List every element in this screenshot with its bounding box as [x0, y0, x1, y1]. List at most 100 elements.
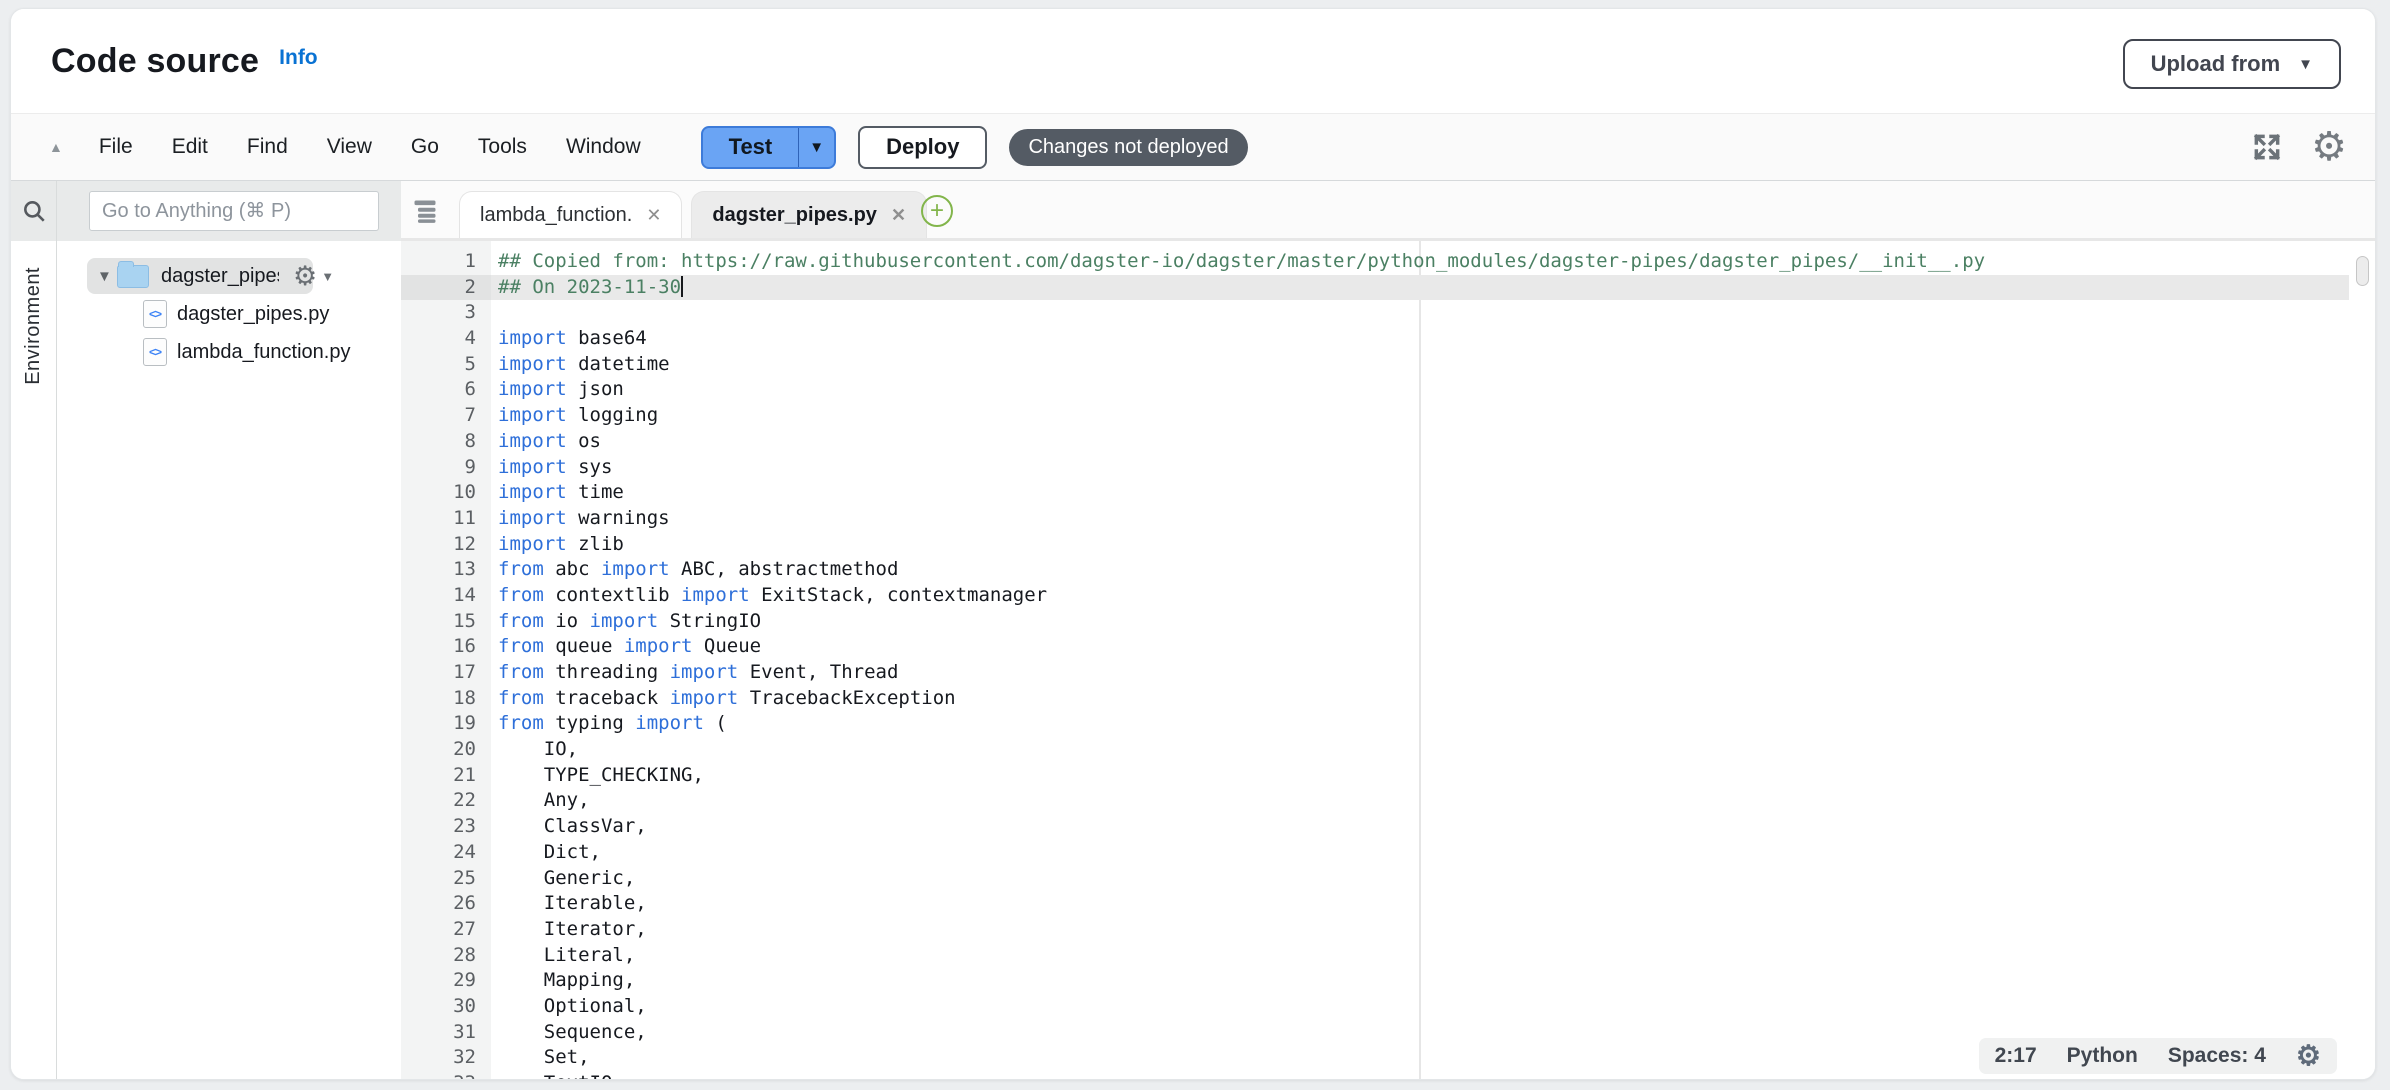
gutter-line-number[interactable]: 32	[401, 1045, 491, 1071]
code-text[interactable]: from contextlib import ExitStack, contex…	[491, 583, 1047, 609]
gutter-line-number[interactable]: 15	[401, 609, 491, 635]
gutter-line-number[interactable]: 22	[401, 788, 491, 814]
settings-gear-icon[interactable]: ⚙	[2311, 127, 2347, 167]
gutter-line-number[interactable]: 17	[401, 660, 491, 686]
code-text[interactable]: Set,	[491, 1045, 590, 1071]
gutter-line-number[interactable]: 9	[401, 455, 491, 481]
code-text[interactable]: ## Copied from: https://raw.githubuserco…	[491, 249, 1985, 275]
test-dropdown-caret-icon[interactable]: ▼	[798, 128, 834, 167]
gutter-line-number[interactable]: 26	[401, 891, 491, 917]
menu-item-view[interactable]: View	[321, 131, 378, 163]
code-text[interactable]: Dict,	[491, 840, 601, 866]
gutter-line-number[interactable]: 3	[401, 300, 491, 326]
code-text[interactable]: TextIO,	[491, 1071, 624, 1080]
menu-item-tools[interactable]: Tools	[472, 131, 533, 163]
search-icon[interactable]	[11, 181, 56, 241]
code-text[interactable]: import json	[491, 377, 624, 403]
code-text[interactable]: Literal,	[491, 943, 635, 969]
gutter-line-number[interactable]: 33	[401, 1071, 491, 1080]
gutter-line-number[interactable]: 11	[401, 506, 491, 532]
test-button[interactable]: Test ▼	[701, 126, 836, 169]
gutter-line-number[interactable]: 25	[401, 866, 491, 892]
code-text[interactable]: IO,	[491, 737, 578, 763]
gutter-line-number[interactable]: 20	[401, 737, 491, 763]
code-text[interactable]: import warnings	[491, 506, 670, 532]
menu-item-window[interactable]: Window	[560, 131, 647, 163]
gutter-line-number[interactable]: 6	[401, 377, 491, 403]
folder-expand-caret-icon[interactable]: ▼	[97, 268, 117, 285]
code-text[interactable]: from io import StringIO	[491, 609, 761, 635]
gutter-line-number[interactable]: 14	[401, 583, 491, 609]
gutter-line-number[interactable]: 16	[401, 634, 491, 660]
code-text[interactable]: import zlib	[491, 532, 624, 558]
gutter-line-number[interactable]: 5	[401, 352, 491, 378]
tree-folder-row[interactable]: ▼dagster_pipes_funct⚙▼	[57, 257, 401, 295]
code-text[interactable]: Iterator,	[491, 917, 647, 943]
code-text[interactable]: import sys	[491, 455, 612, 481]
code-text[interactable]: Any,	[491, 788, 590, 814]
code-text[interactable]: import os	[491, 429, 601, 455]
gutter-line-number[interactable]: 23	[401, 814, 491, 840]
code-text[interactable]: ClassVar,	[491, 814, 647, 840]
statusbar-gear-icon[interactable]: ⚙	[2296, 1042, 2321, 1070]
info-link[interactable]: Info	[279, 46, 317, 70]
code-text[interactable]: Mapping,	[491, 968, 635, 994]
gutter-line-number[interactable]: 21	[401, 763, 491, 789]
code-text[interactable]: import datetime	[491, 352, 670, 378]
code-text[interactable]: from queue import Queue	[491, 634, 761, 660]
code-text[interactable]: import time	[491, 480, 624, 506]
gutter-line-number[interactable]: 10	[401, 480, 491, 506]
code-text[interactable]: import logging	[491, 403, 658, 429]
gutter-line-number[interactable]: 2	[401, 275, 491, 301]
code-text[interactable]: import base64	[491, 326, 647, 352]
code-text[interactable]: from abc import ABC, abstractmethod	[491, 557, 898, 583]
gutter-line-number[interactable]: 19	[401, 711, 491, 737]
environment-panel-tab[interactable]: Environment	[22, 267, 45, 385]
folder-settings-caret-icon[interactable]: ▼	[321, 269, 334, 284]
menu-item-file[interactable]: File	[93, 131, 139, 163]
code-text[interactable]: Iterable,	[491, 891, 647, 917]
tree-file-row[interactable]: <>dagster_pipes.py	[57, 295, 401, 333]
gutter-line-number[interactable]: 28	[401, 943, 491, 969]
menu-item-go[interactable]: Go	[405, 131, 445, 163]
new-tab-button[interactable]: +	[921, 195, 953, 227]
menu-item-edit[interactable]: Edit	[166, 131, 214, 163]
collapse-panel-icon[interactable]: ▲	[49, 139, 63, 155]
editor-scrollbar[interactable]	[2356, 256, 2369, 286]
code-editor[interactable]: 1## Copied from: https://raw.githubuserc…	[401, 241, 2375, 1080]
gutter-line-number[interactable]: 4	[401, 326, 491, 352]
gutter-line-number[interactable]: 8	[401, 429, 491, 455]
gutter-line-number[interactable]: 13	[401, 557, 491, 583]
cursor-position[interactable]: 2:17	[1995, 1043, 2037, 1069]
gutter-line-number[interactable]: 29	[401, 968, 491, 994]
gutter-line-number[interactable]: 12	[401, 532, 491, 558]
goto-anything-input[interactable]	[89, 191, 379, 231]
code-text[interactable]: from traceback import TracebackException	[491, 686, 956, 712]
code-text[interactable]: Generic,	[491, 866, 635, 892]
code-text[interactable]: from typing import (	[491, 711, 727, 737]
code-text[interactable]: TYPE_CHECKING,	[491, 763, 704, 789]
folder-settings-gear-icon[interactable]: ⚙	[293, 263, 317, 290]
code-text[interactable]: Optional,	[491, 994, 647, 1020]
gutter-line-number[interactable]: 24	[401, 840, 491, 866]
tab-close-icon[interactable]: ✕	[891, 205, 906, 226]
gutter-line-number[interactable]: 30	[401, 994, 491, 1020]
gutter-line-number[interactable]: 7	[401, 403, 491, 429]
tab-dagster_pipes.py[interactable]: dagster_pipes.py✕	[691, 191, 927, 238]
code-text[interactable]	[491, 300, 498, 326]
tab-list-icon[interactable]	[411, 197, 439, 230]
fullscreen-icon[interactable]	[2251, 131, 2283, 163]
gutter-line-number[interactable]: 1	[401, 249, 491, 275]
code-text[interactable]: ## On 2023-11-30	[491, 275, 683, 301]
code-text[interactable]: from threading import Event, Thread	[491, 660, 898, 686]
tab-close-icon[interactable]: ✕	[646, 205, 661, 226]
language-mode[interactable]: Python	[2067, 1043, 2138, 1069]
code-text[interactable]: Sequence,	[491, 1020, 647, 1046]
tab-lambda_function[interactable]: lambda_function.✕	[459, 191, 682, 238]
indentation-setting[interactable]: Spaces: 4	[2168, 1043, 2266, 1069]
tree-file-row[interactable]: <>lambda_function.py	[57, 333, 401, 371]
gutter-line-number[interactable]: 31	[401, 1020, 491, 1046]
gutter-line-number[interactable]: 18	[401, 686, 491, 712]
gutter-line-number[interactable]: 27	[401, 917, 491, 943]
upload-from-button[interactable]: Upload from ▼	[2123, 39, 2341, 89]
